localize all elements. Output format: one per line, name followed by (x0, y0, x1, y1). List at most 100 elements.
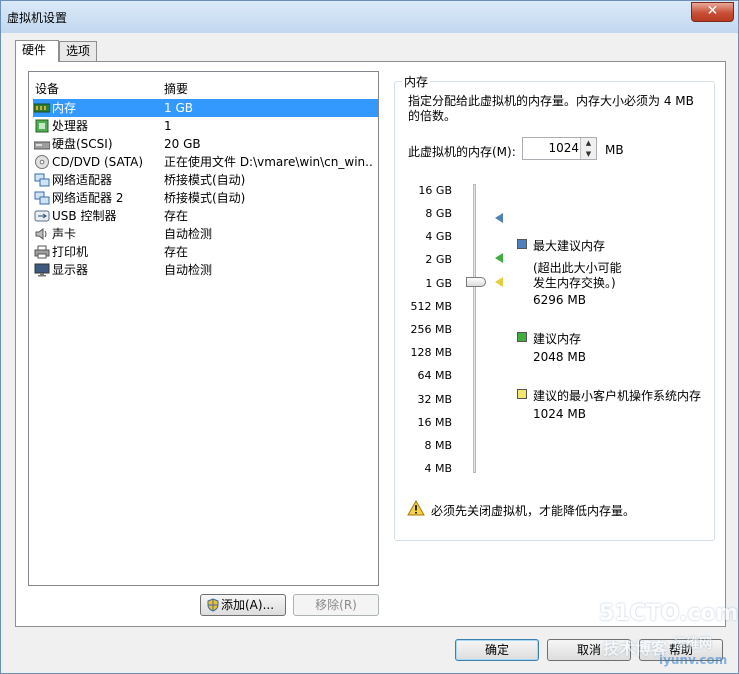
scale-tick: 2 GB (425, 253, 452, 266)
device-name: 网络适配器 (52, 173, 113, 187)
device-list[interactable]: 设备 摘要 内存 1 GB 处理器 1 硬盘(SCSI) 20 GB CD/DV… (28, 71, 379, 586)
spin-up-button[interactable]: ▲ (581, 138, 596, 148)
speaker-icon (35, 228, 47, 240)
ok-button[interactable]: 确定 (455, 639, 539, 661)
network-icon (34, 173, 50, 187)
device-row-network-1[interactable]: 网络适配器 桥接模式(自动) (33, 171, 378, 189)
device-summary: 桥接模式(自动) (164, 191, 246, 205)
tab-options-label: 选项 (66, 44, 91, 58)
device-name: 内存 (52, 101, 77, 115)
vm-settings-window: 虚拟机设置 ✕ 硬件 选项 设备 摘要 内存 1 GB 处理器 1 硬盘(SCS… (0, 0, 739, 674)
add-button[interactable]: 添加(A)... (200, 594, 286, 616)
window-title: 虚拟机设置 (7, 11, 68, 25)
help-button[interactable]: 帮助 (639, 639, 723, 661)
device-name: 打印机 (52, 245, 89, 259)
scale-tick: 1 GB (425, 277, 452, 290)
memory-unit: MB (605, 143, 624, 157)
device-name: USB 控制器 (52, 209, 117, 223)
memory-slider-track[interactable] (473, 184, 476, 473)
recommended-legend-title: 建议内存 (533, 332, 582, 346)
scale-tick: 128 MB (410, 346, 452, 359)
max-legend-value: 6296 MB (533, 293, 586, 307)
device-row-network-2[interactable]: 网络适配器 2 桥接模式(自动) (33, 189, 378, 207)
memory-value[interactable]: 1024 (523, 141, 579, 155)
min-legend-title: 建议的最小客户机操作系统内存 (533, 389, 702, 403)
add-button-label: 添加(A)... (221, 598, 275, 612)
network-icon (34, 191, 50, 205)
min-recommended-marker (495, 277, 503, 287)
memory-field-label: 此虚拟机的内存(M): (408, 145, 516, 159)
max-recommended-marker (495, 213, 503, 223)
ok-button-label: 确定 (484, 643, 509, 657)
min-legend-value: 1024 MB (533, 407, 586, 421)
memory-description: 指定分配给此虚拟机的内存量。内存大小必须为 4 MB 的倍数。 (408, 94, 694, 123)
column-header-summary[interactable]: 摘要 (164, 80, 188, 97)
device-row-sound[interactable]: 声卡 自动检测 (33, 225, 378, 243)
usb-icon (34, 210, 50, 222)
max-legend-swatch (517, 239, 527, 249)
tab-options[interactable]: 选项 (59, 41, 97, 61)
monitor-icon (34, 263, 50, 277)
scale-tick: 256 MB (410, 323, 452, 336)
remove-button[interactable]: 移除(R) (293, 594, 379, 616)
harddisk-icon (34, 141, 50, 150)
device-name: 硬盘(SCSI) (52, 137, 113, 151)
device-name: 处理器 (52, 119, 89, 133)
device-row-cddvd[interactable]: CD/DVD (SATA) 正在使用文件 D:\vmare\win\cn_win… (33, 153, 378, 171)
chevron-up-icon: ▲ (585, 139, 592, 147)
remove-button-label: 移除(R) (315, 598, 357, 612)
max-legend-title: 最大建议内存 (533, 239, 606, 253)
cancel-button-label: 取消 (576, 643, 601, 657)
device-row-printer[interactable]: 打印机 存在 (33, 243, 378, 261)
device-summary: 存在 (164, 209, 189, 223)
printer-icon (34, 245, 50, 259)
memory-icon (34, 103, 50, 113)
device-summary: 1 GB (164, 101, 193, 115)
scale-tick: 4 GB (425, 230, 452, 243)
device-summary: 桥接模式(自动) (164, 173, 246, 187)
scale-tick: 8 GB (425, 207, 452, 220)
scale-tick: 8 MB (424, 439, 452, 452)
device-summary: 1 (164, 119, 172, 133)
close-icon: ✕ (706, 3, 719, 19)
scale-tick: 32 MB (417, 393, 452, 406)
close-button[interactable]: ✕ (691, 2, 734, 22)
device-row-usb[interactable]: USB 控制器 存在 (33, 207, 378, 225)
scale-tick: 16 MB (417, 416, 452, 429)
device-name: 网络适配器 2 (52, 191, 124, 205)
cancel-button[interactable]: 取消 (547, 639, 631, 661)
device-summary: 正在使用文件 D:\vmare\win\cn_win... (164, 155, 374, 169)
device-summary: 20 GB (164, 137, 201, 151)
shield-icon (207, 598, 219, 612)
scale-tick: 16 GB (418, 184, 452, 197)
title-bar[interactable]: 虚拟机设置 ✕ (1, 1, 738, 33)
spin-buttons: ▲ ▼ (580, 138, 596, 159)
recommended-legend-value: 2048 MB (533, 350, 586, 364)
device-row-memory[interactable]: 内存 1 GB (33, 99, 378, 117)
device-name: CD/DVD (SATA) (52, 155, 144, 169)
warning-text: 必须先关闭虚拟机，才能降低内存量。 (431, 504, 636, 518)
memory-spinbox[interactable]: 1024 ▲ ▼ (522, 137, 597, 160)
cpu-icon (35, 119, 49, 133)
device-name: 声卡 (52, 227, 77, 241)
device-summary: 自动检测 (164, 227, 213, 241)
device-row-harddisk[interactable]: 硬盘(SCSI) 20 GB (33, 135, 378, 153)
scale-tick: 4 MB (424, 462, 452, 475)
column-header-device[interactable]: 设备 (35, 80, 59, 97)
scale-tick: 512 MB (410, 300, 452, 313)
recommended-marker (495, 253, 503, 263)
recommended-legend-swatch (517, 332, 527, 342)
help-button-label: 帮助 (668, 643, 693, 657)
memory-slider-thumb[interactable] (466, 277, 486, 287)
memory-group-title: 内存 (402, 73, 431, 90)
device-row-processor[interactable]: 处理器 1 (33, 117, 378, 135)
spin-down-button[interactable]: ▼ (581, 149, 596, 159)
device-row-display[interactable]: 显示器 自动检测 (33, 261, 378, 279)
device-summary: 存在 (164, 245, 189, 259)
tab-hardware-label: 硬件 (22, 43, 47, 57)
max-legend-note-2: 发生内存交换。) (533, 276, 616, 290)
device-summary: 自动检测 (164, 263, 213, 277)
warning-icon (407, 500, 425, 516)
min-legend-swatch (517, 389, 527, 399)
tab-hardware[interactable]: 硬件 (15, 40, 59, 62)
